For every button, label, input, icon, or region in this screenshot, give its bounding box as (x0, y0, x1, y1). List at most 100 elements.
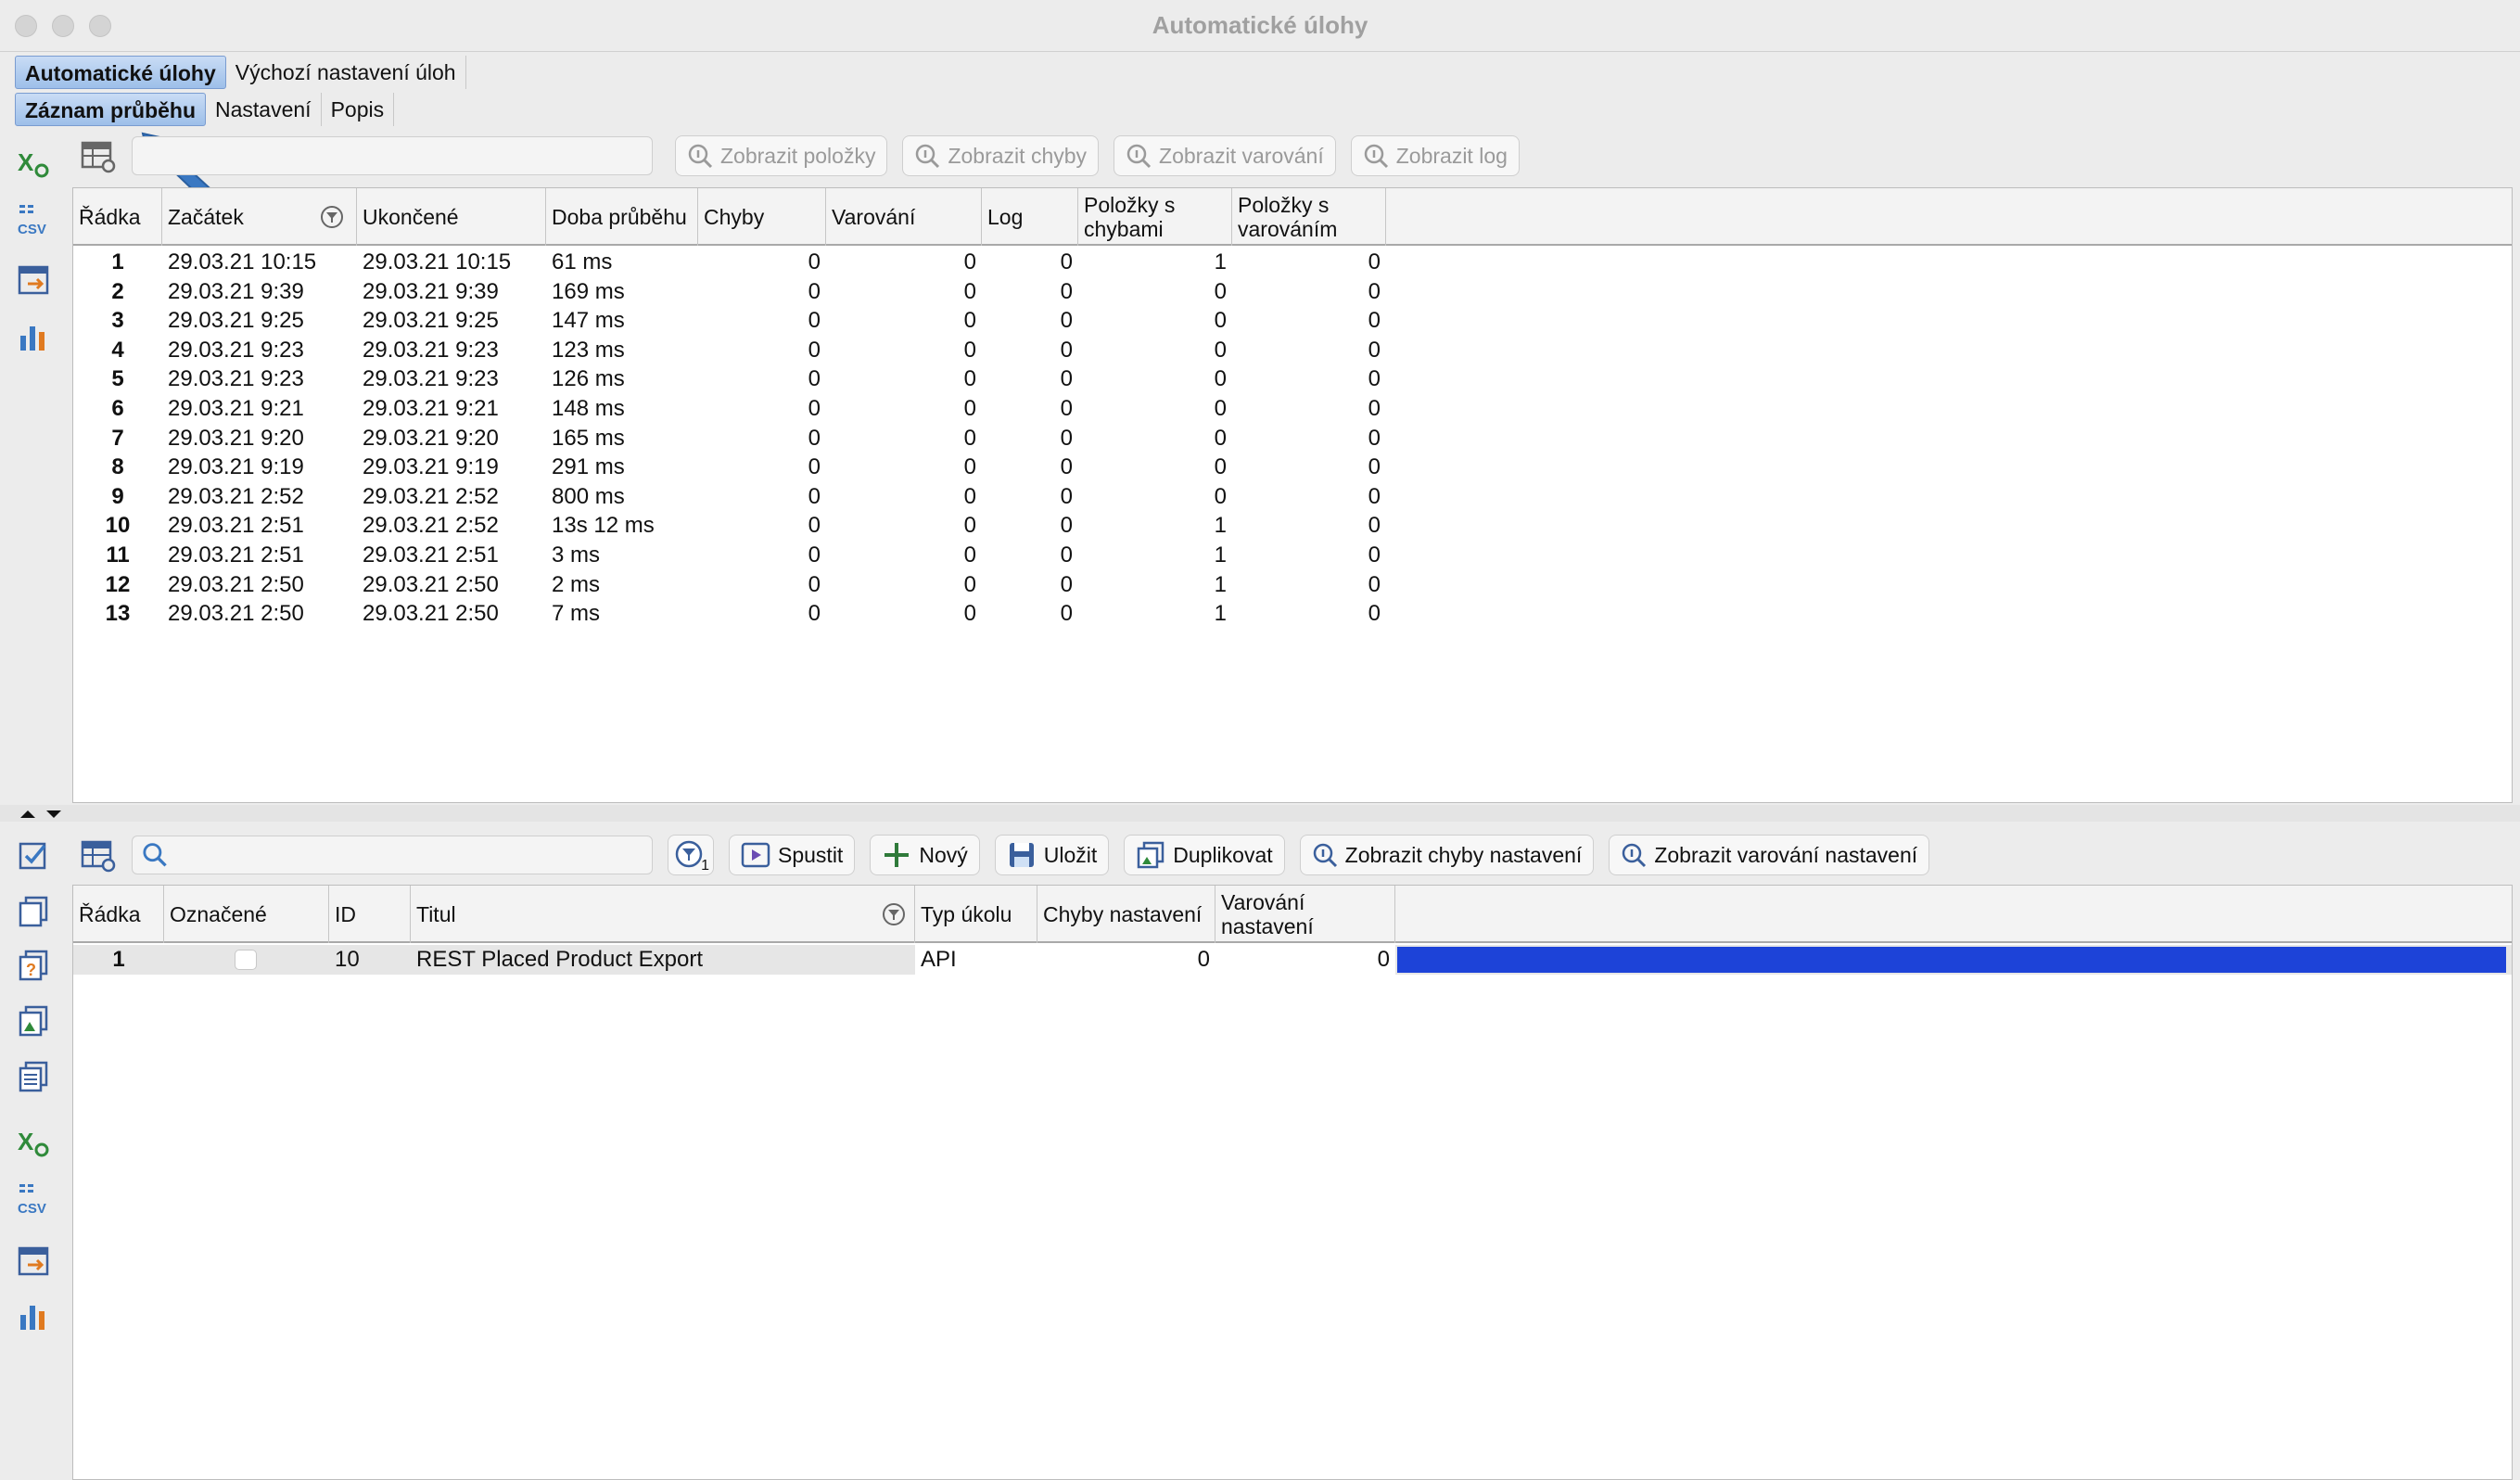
collapse-arrows-icon[interactable] (19, 809, 63, 820)
cell-task-type: API (915, 945, 1037, 975)
marked-checkbox[interactable] (235, 950, 257, 970)
check-list-icon[interactable] (17, 838, 52, 874)
table-row[interactable]: 6 29.03.21 9:21 29.03.21 9:21 148 ms 0 0 0 0 0 (73, 394, 2512, 424)
image-copy-icon[interactable] (17, 1003, 52, 1039)
table-row[interactable]: 2 29.03.21 9:39 29.03.21 9:39 169 ms 0 0 0 0 0 (73, 277, 2512, 307)
csv-export-icon[interactable]: CSV (17, 202, 52, 237)
top-search-box[interactable] (132, 136, 653, 175)
svg-text:X: X (18, 1128, 34, 1155)
document-list-icon[interactable] (17, 1059, 52, 1094)
chart-icon[interactable] (17, 319, 52, 354)
split-pane-divider[interactable] (0, 805, 2520, 822)
col-warnings[interactable]: Varování (826, 188, 982, 246)
table-row[interactable]: 13 29.03.21 2:50 29.03.21 2:50 7 ms 0 0 0 1 0 (73, 599, 2512, 629)
table-row[interactable]: 1 10 REST Placed Product Export API 0 0 (73, 945, 2512, 975)
title-bar: Automatické úlohy (0, 0, 2520, 52)
show-setting-warnings-button[interactable]: Zobrazit varování nastavení (1609, 835, 1930, 875)
table-transfer-icon[interactable] (17, 263, 52, 299)
col-log[interactable]: Log (982, 188, 1078, 246)
cell-start: 29.03.21 9:23 (168, 366, 304, 392)
table-row[interactable]: 9 29.03.21 2:52 29.03.21 2:52 800 ms 0 0 0 0 0 (73, 482, 2512, 512)
cell-log: 0 (1060, 601, 1073, 627)
show-errors-button[interactable]: Zobrazit chyby (902, 135, 1100, 176)
cell-items-with-warnings: 0 (1368, 249, 1381, 274)
col-row[interactable]: Řádka (73, 886, 164, 943)
table-row[interactable]: 3 29.03.21 9:25 29.03.21 9:25 147 ms 0 0 0 0 0 (73, 306, 2512, 336)
save-button[interactable]: Uložit (994, 835, 1110, 875)
show-warnings-button[interactable]: Zobrazit varování (1114, 135, 1336, 176)
col-marked[interactable]: Označené (164, 886, 329, 943)
cell-log: 0 (1060, 542, 1073, 568)
main-tab-bar: Automatické úlohy Výchozí nastavení úloh (15, 56, 466, 89)
bottom-search-box[interactable] (132, 836, 653, 874)
excel-export-icon[interactable]: X (17, 1126, 52, 1161)
cell-duration: 61 ms (552, 249, 613, 274)
cell-log: 0 (1060, 278, 1073, 304)
table-row[interactable]: 11 29.03.21 2:51 29.03.21 2:51 3 ms 0 0 0 1 0 (73, 541, 2512, 570)
new-button[interactable]: Nový (870, 835, 980, 875)
col-title[interactable]: Titul (411, 886, 915, 943)
table-settings-icon[interactable] (80, 836, 117, 874)
col-items-with-warnings[interactable]: Položky s varováním (1232, 188, 1386, 246)
table-row[interactable]: 7 29.03.21 9:20 29.03.21 9:20 165 ms 0 0 0 0 0 (73, 424, 2512, 453)
bottom-toolbar: 1 Spustit Nový Uložit Duplikovat Zobrazi… (80, 829, 1930, 881)
tab-run-log[interactable]: Záznam průběhu (15, 93, 207, 126)
tab-description[interactable]: Popis (322, 93, 395, 126)
col-row[interactable]: Řádka (73, 188, 162, 246)
filter-button[interactable]: 1 (668, 835, 714, 875)
col-id[interactable]: ID (329, 886, 411, 943)
excel-export-icon[interactable]: X (17, 147, 52, 182)
cell-warnings: 0 (963, 249, 976, 274)
tab-default-task-settings[interactable]: Výchozí nastavení úloh (226, 56, 466, 89)
duplicate-button[interactable]: Duplikovat (1124, 835, 1285, 875)
help-document-icon[interactable]: ? (17, 948, 52, 983)
cell-items-with-warnings: 0 (1368, 308, 1381, 334)
chart-icon[interactable] (17, 1298, 52, 1333)
cell-items-with-errors: 1 (1214, 249, 1227, 274)
copy-icon[interactable] (17, 894, 52, 929)
magnifier-info-icon (1313, 843, 1337, 868)
cell-items-with-warnings: 0 (1368, 483, 1381, 509)
cell-errors: 0 (808, 513, 821, 539)
cell-row: 11 (106, 542, 130, 568)
show-setting-errors-button[interactable]: Zobrazit chyby nastavení (1299, 835, 1595, 875)
cell-log: 0 (1060, 337, 1073, 363)
col-items-with-errors[interactable]: Položky s chybami (1078, 188, 1232, 246)
cell-row: 1 (112, 947, 125, 972)
tasks-table: Řádka Označené ID Titul Typ úkolu Chyby … (72, 885, 2513, 1480)
table-row[interactable]: 4 29.03.21 9:23 29.03.21 9:23 123 ms 0 0 0 0 0 (73, 336, 2512, 365)
col-setting-warnings[interactable]: Varování nastavení (1215, 886, 1395, 943)
cell-items-with-errors: 0 (1214, 396, 1227, 421)
col-setting-errors[interactable]: Chyby nastavení (1037, 886, 1215, 943)
cell-items-with-errors: 1 (1214, 513, 1227, 539)
table-row[interactable]: 1 29.03.21 10:15 29.03.21 10:15 61 ms 0 0 0 1 0 (73, 248, 2512, 277)
table-row[interactable]: 8 29.03.21 9:19 29.03.21 9:19 291 ms 0 0 0 0 0 (73, 453, 2512, 482)
table-transfer-icon[interactable] (17, 1244, 52, 1280)
tab-settings[interactable]: Nastavení (206, 93, 322, 126)
col-errors[interactable]: Chyby (698, 188, 826, 246)
bottom-search-input[interactable] (168, 843, 643, 867)
table-settings-icon[interactable] (80, 137, 117, 174)
show-items-button[interactable]: Zobrazit položky (675, 135, 888, 176)
col-task-type[interactable]: Typ úkolu (915, 886, 1037, 943)
cell-items-with-warnings: 0 (1368, 571, 1381, 597)
col-duration[interactable]: Doba průběhu (546, 188, 698, 246)
table-row[interactable]: 10 29.03.21 2:51 29.03.21 2:52 13s 12 ms 0 0 0… (73, 511, 2512, 541)
cell-duration: 169 ms (552, 278, 625, 304)
cell-items-with-errors: 0 (1214, 425, 1227, 451)
tab-automatic-tasks[interactable]: Automatické úlohy (15, 56, 226, 89)
col-end[interactable]: Ukončené (357, 188, 546, 246)
cell-start: 29.03.21 9:19 (168, 454, 304, 480)
table-row[interactable]: 12 29.03.21 2:50 29.03.21 2:50 2 ms 0 0 0 1 0 (73, 570, 2512, 600)
cell-start: 29.03.21 9:23 (168, 337, 304, 363)
cell-end: 29.03.21 2:50 (363, 571, 499, 597)
run-button[interactable]: Spustit (729, 835, 856, 875)
csv-export-icon[interactable]: CSV (17, 1181, 52, 1217)
cell-log: 0 (1060, 425, 1073, 451)
cell-end: 29.03.21 10:15 (363, 249, 512, 274)
show-log-button[interactable]: Zobrazit log (1350, 135, 1520, 176)
filter-icon[interactable] (320, 205, 344, 229)
filter-icon[interactable] (882, 902, 906, 926)
top-search-input[interactable] (142, 144, 643, 168)
table-row[interactable]: 5 29.03.21 9:23 29.03.21 9:23 126 ms 0 0 0 0 0 (73, 364, 2512, 394)
